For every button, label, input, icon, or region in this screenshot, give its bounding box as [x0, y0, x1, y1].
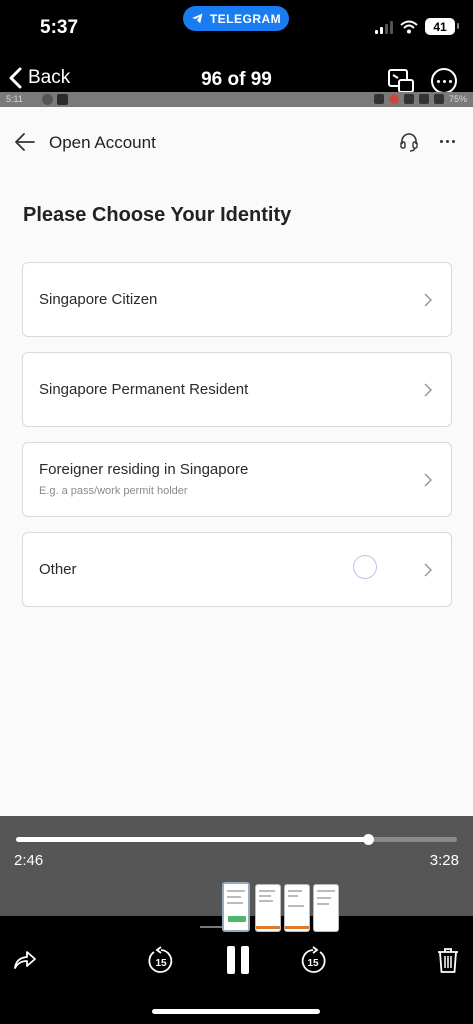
scrubber-track[interactable]: [16, 834, 457, 845]
spinner-icon: [353, 555, 377, 579]
option-other[interactable]: Other: [22, 532, 452, 607]
skip-back-label: 15: [155, 958, 167, 969]
battery-icon: 41: [425, 18, 459, 35]
chevron-right-icon: [424, 563, 433, 577]
skip-forward-label: 15: [307, 958, 319, 969]
headset-icon[interactable]: [398, 131, 420, 153]
scrubber-handle[interactable]: [362, 834, 374, 845]
app-header: Open Account: [0, 107, 473, 177]
thumbnail-filmstrip[interactable]: [0, 876, 473, 932]
home-indicator[interactable]: [152, 1009, 320, 1014]
recorded-status-time: 5:11: [6, 94, 23, 104]
thumbnail[interactable]: [255, 884, 281, 932]
arrow-left-icon[interactable]: [14, 132, 36, 152]
open-account-screen: Open Account Please Choose Your Identity…: [0, 107, 473, 816]
telegram-return-pill[interactable]: TELEGRAM: [183, 6, 289, 31]
skip-back-15-icon[interactable]: 15: [146, 946, 176, 976]
option-label: Singapore Permanent Resident: [39, 381, 249, 398]
telegram-icon: [191, 13, 203, 24]
cellular-signal-icon: [375, 20, 393, 34]
recorded-notification-icons: [42, 94, 68, 105]
recorded-system-icons: 75%: [373, 94, 467, 104]
option-singapore-citizen[interactable]: Singapore Citizen: [22, 262, 452, 337]
trash-icon[interactable]: [436, 946, 460, 974]
recorded-battery-level: 75%: [448, 94, 467, 104]
thumbnail[interactable]: [284, 884, 310, 932]
skip-forward-15-icon[interactable]: 15: [298, 946, 328, 976]
more-options-icon[interactable]: [431, 68, 457, 94]
option-sublabel: E.g. a pass/work permit holder: [39, 485, 188, 497]
option-label: Singapore Citizen: [39, 291, 158, 308]
option-label: Foreigner residing in Singapore: [39, 461, 249, 478]
chevron-left-icon: [9, 67, 22, 89]
option-foreigner-residing[interactable]: Foreigner residing in Singapore E.g. a p…: [22, 442, 452, 517]
back-label: Back: [28, 67, 71, 88]
thumbnail-current[interactable]: [222, 882, 250, 932]
chevron-right-icon: [424, 293, 433, 307]
scrubber-progress: [16, 837, 368, 842]
total-time: 3:28: [429, 852, 459, 869]
ios-status-bar: 5:37 TELEGRAM 41: [0, 0, 473, 56]
status-indicators: 41: [375, 18, 459, 35]
battery-level: 41: [433, 19, 447, 34]
identity-options-list: Singapore Citizen Singapore Permanent Re…: [22, 262, 452, 622]
bottom-toolbar: 15 15: [0, 932, 473, 1024]
option-singapore-permanent-resident[interactable]: Singapore Permanent Resident: [22, 352, 452, 427]
chevron-right-icon: [424, 383, 433, 397]
option-label: Other: [39, 561, 77, 578]
back-button[interactable]: Back: [8, 67, 70, 89]
thumbnail[interactable]: [313, 884, 339, 932]
identity-heading: Please Choose Your Identity: [23, 204, 292, 226]
ellipsis-icon[interactable]: [440, 140, 455, 143]
recorded-status-bar: 5:11 75%: [0, 92, 473, 107]
live-text-icon[interactable]: [387, 68, 415, 94]
status-time: 5:37: [40, 17, 79, 38]
share-icon[interactable]: [12, 946, 38, 972]
telegram-pill-label: TELEGRAM: [209, 11, 282, 26]
page-title: Open Account: [49, 133, 156, 152]
chevron-right-icon: [424, 473, 433, 487]
photo-viewer-navbar: Back 96 of 99: [0, 56, 473, 96]
pause-button[interactable]: [227, 946, 251, 974]
wifi-icon: [400, 20, 418, 33]
elapsed-time: 2:46: [14, 852, 44, 869]
